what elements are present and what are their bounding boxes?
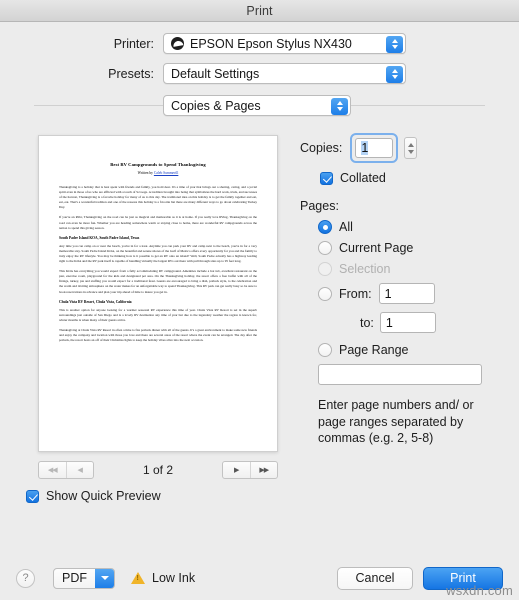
pdf-label: PDF	[62, 571, 87, 585]
preview-heading: South Padre Island KOA, South Padre Isla…	[59, 235, 140, 240]
chevron-updown-icon[interactable]	[331, 97, 348, 115]
help-button[interactable]: ?	[16, 568, 35, 588]
show-quick-preview-checkbox[interactable]	[26, 489, 39, 503]
copies-input[interactable]: 1	[355, 138, 394, 158]
chevron-down-icon[interactable]	[95, 568, 114, 588]
preview-paragraph: If you're an RVer, Thanksgiving on the r…	[59, 215, 257, 230]
byline-prefix: Written by	[137, 171, 154, 175]
caret-up-icon	[391, 69, 398, 73]
print-pane-value: Copies & Pages	[171, 98, 261, 113]
preview-navigation: ◀◀ ◀ 1 of 2 ▶ ▶▶	[38, 461, 278, 480]
page-range-input[interactable]	[318, 364, 482, 385]
copies-value: 1	[361, 141, 369, 155]
next-page-button[interactable]: ▶	[223, 462, 251, 478]
pages-selection-row: Selection	[318, 262, 519, 276]
pages-from-radio[interactable]	[318, 286, 332, 301]
page-range-label: Page Range	[339, 343, 409, 357]
caret-down-icon	[391, 45, 398, 49]
window-title: Print	[246, 3, 273, 18]
print-button[interactable]: Print	[423, 566, 503, 590]
page-range-hint: Enter page numbers and/ or page ranges s…	[318, 398, 474, 445]
preview-paragraph: Thanksgiving is a holiday that is best s…	[59, 185, 257, 210]
pages-to-label: to:	[360, 315, 374, 330]
warning-triangle-icon	[131, 572, 145, 584]
preview-pane: Best RV Campgrounds to Spend Thanksgivin…	[0, 127, 300, 503]
options-pane: Copies: 1 Collated Pages: All Current Pa…	[300, 127, 519, 447]
printer-value: EPSON Epson Stylus NX430	[190, 36, 352, 51]
presets-row: Presets: Default Settings	[0, 63, 519, 84]
chevron-updown-icon[interactable]	[386, 35, 403, 53]
from-input[interactable]: 1	[378, 283, 435, 304]
show-quick-preview-label: Show Quick Preview	[46, 489, 161, 503]
pages-from-label: From:	[339, 286, 372, 301]
preview-doc-byline: Written by Caleb Summerill	[59, 171, 257, 175]
copies-stepper[interactable]	[404, 137, 418, 159]
printer-device-icon	[171, 37, 184, 50]
document-preview[interactable]: Best RV Campgrounds to Spend Thanksgivin…	[38, 135, 278, 452]
caret-up-icon	[336, 101, 343, 105]
presets-label: Presets:	[108, 66, 154, 81]
copies-row: Copies: 1	[300, 133, 519, 163]
preview-paragraph: Any time you can camp on or near the bea…	[59, 243, 257, 264]
preview-forward-controls[interactable]: ▶ ▶▶	[222, 461, 278, 479]
low-ink-status: Low Ink	[131, 571, 195, 585]
low-ink-label: Low Ink	[152, 571, 196, 585]
pages-to-row: to: 1	[360, 312, 519, 333]
pages-selection-radio	[318, 262, 332, 276]
presets-dropdown[interactable]: Default Settings	[163, 63, 406, 84]
pages-selection-label: Selection	[339, 262, 391, 276]
cancel-button[interactable]: Cancel	[337, 566, 413, 590]
printer-settings-section: Printer: EPSON Epson Stylus NX430 Preset…	[0, 22, 519, 127]
section-divider-wrap: Copies & Pages	[0, 93, 519, 127]
last-page-button[interactable]: ▶▶	[251, 462, 278, 478]
preview-heading: Chula Vista RV Resort, Chula Vista, Cali…	[59, 299, 132, 304]
caret-up-icon	[391, 39, 398, 43]
preview-paragraph: This is another option for anyone lookin…	[59, 307, 257, 322]
pages-all-row[interactable]: All	[318, 220, 519, 234]
preview-doc-title: Best RV Campgrounds to Spend Thanksgivin…	[110, 162, 206, 167]
printer-dropdown[interactable]: EPSON Epson Stylus NX430	[163, 33, 406, 54]
byline-author-link[interactable]: Caleb Summerill	[154, 171, 178, 175]
page-range-row[interactable]: Page Range	[318, 343, 519, 357]
copies-label: Copies:	[300, 141, 343, 155]
pages-all-radio[interactable]	[318, 220, 332, 234]
collated-checkbox[interactable]	[320, 171, 333, 185]
pages-current-radio[interactable]	[318, 241, 332, 255]
collated-label: Collated	[340, 171, 386, 185]
page-range-radio[interactable]	[318, 343, 332, 357]
preview-paragraph: This KOA has everything you would expect…	[59, 269, 257, 294]
show-quick-preview-row[interactable]: Show Quick Preview	[26, 489, 161, 503]
pages-from-row[interactable]: From: 1	[318, 283, 519, 304]
dialog-footer: ? PDF Low Ink Cancel Print	[0, 556, 519, 600]
collated-row[interactable]: Collated	[320, 171, 519, 185]
stepper-up-icon[interactable]	[407, 142, 414, 147]
to-input[interactable]: 1	[379, 312, 436, 333]
copies-field-focus-ring: 1	[350, 133, 399, 163]
pane-selector-holder: Copies & Pages	[163, 95, 351, 116]
stepper-down-icon[interactable]	[407, 149, 414, 154]
caret-down-icon	[336, 107, 343, 111]
presets-value: Default Settings	[171, 66, 260, 81]
pages-current-label: Current Page	[339, 241, 414, 255]
pages-current-row[interactable]: Current Page	[318, 241, 519, 255]
print-pane-dropdown[interactable]: Copies & Pages	[163, 95, 351, 116]
pages-all-label: All	[339, 220, 353, 234]
caret-down-icon	[391, 75, 398, 79]
printer-label: Printer:	[113, 36, 154, 51]
pages-group-label: Pages:	[300, 199, 339, 213]
pdf-button[interactable]: PDF	[53, 567, 115, 589]
caret-down-icon	[100, 576, 109, 580]
print-dialog-body: Best RV Campgrounds to Spend Thanksgivin…	[0, 127, 519, 503]
printer-row: Printer: EPSON Epson Stylus NX430	[0, 33, 519, 54]
preview-paragraph: Thanksgiving at Chula Vista RV Resort in…	[59, 327, 257, 343]
window-titlebar: Print	[0, 0, 519, 22]
chevron-updown-icon[interactable]	[386, 65, 403, 83]
